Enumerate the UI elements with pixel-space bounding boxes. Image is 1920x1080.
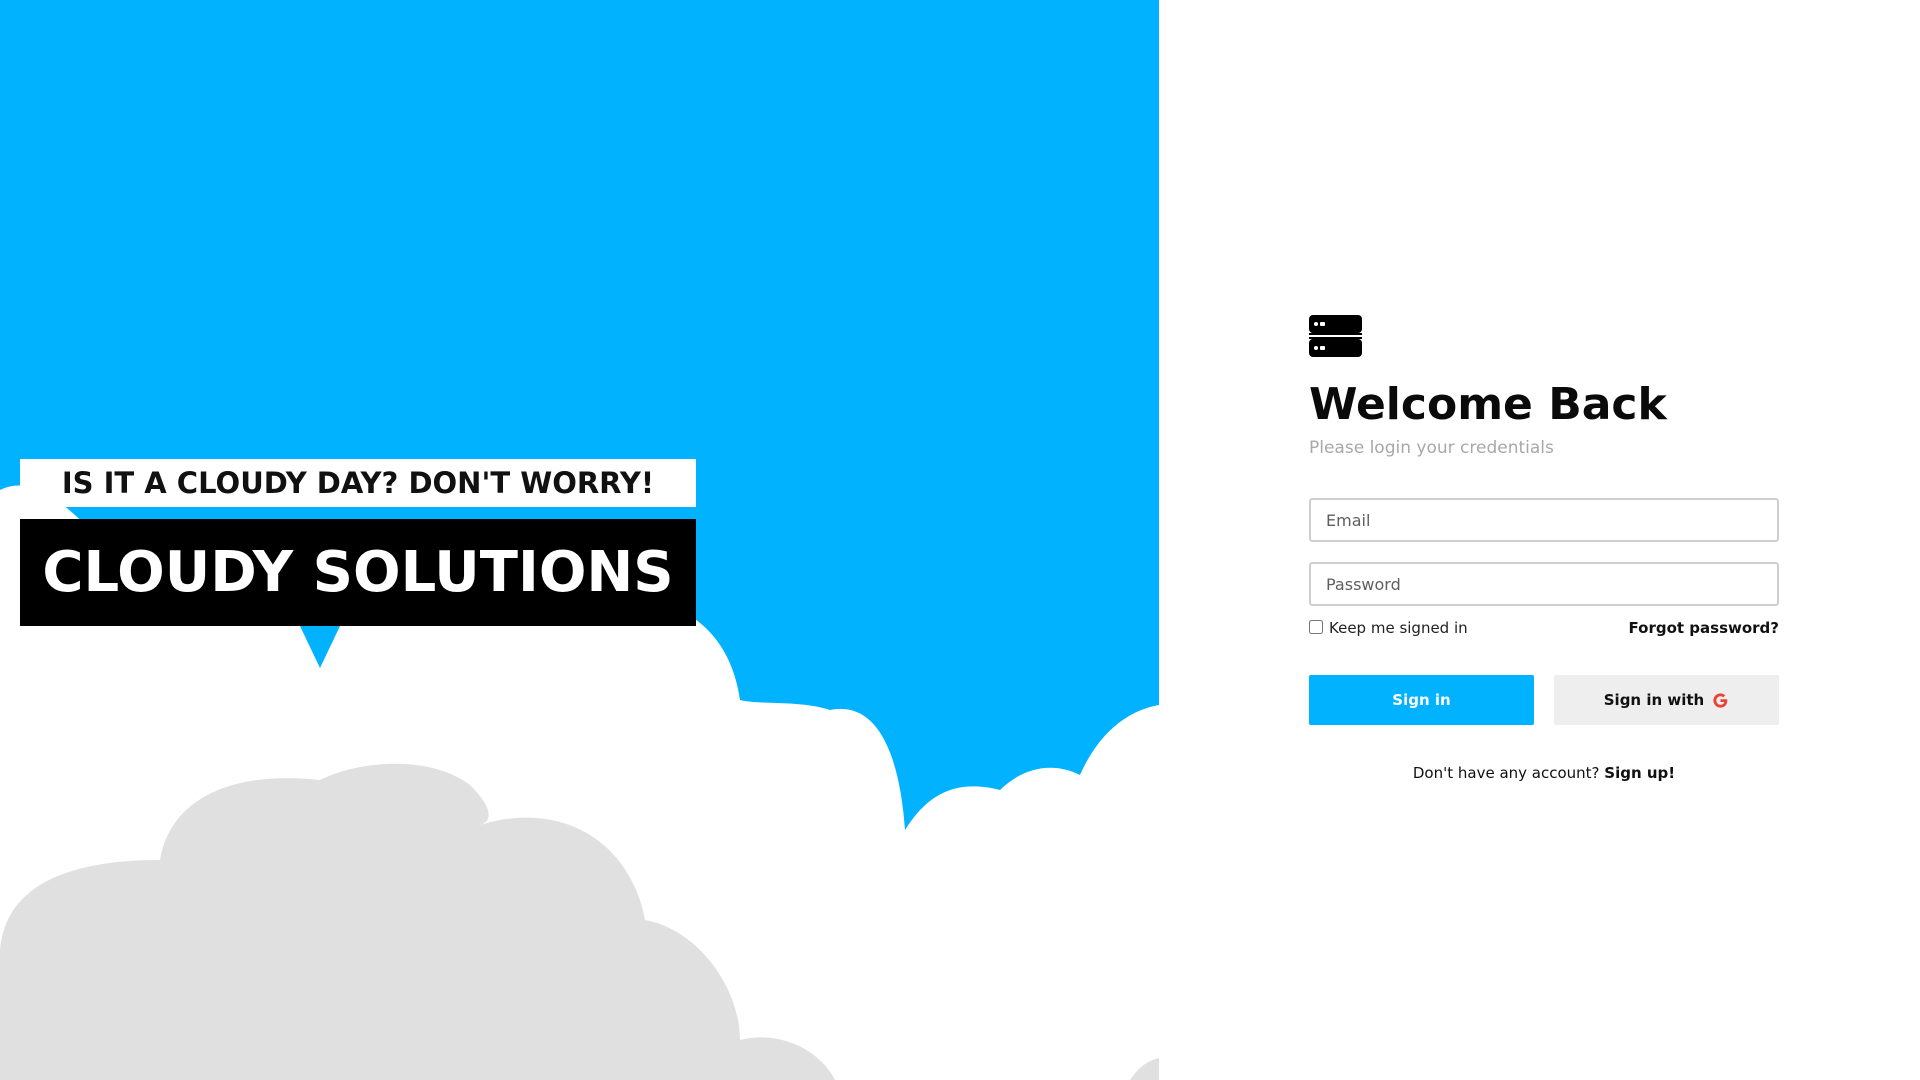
keep-signed-in-label[interactable]: Keep me signed in — [1329, 619, 1468, 637]
banner-accent-stripe — [112, 507, 696, 519]
forgot-password-link[interactable]: Forgot password? — [1629, 619, 1780, 637]
login-subtitle: Please login your credentials — [1309, 438, 1554, 458]
sign-in-label: Sign in — [1392, 691, 1451, 709]
email-field[interactable] — [1309, 498, 1779, 542]
speech-bubble-tail — [300, 626, 340, 668]
sign-in-button[interactable]: Sign in — [1309, 675, 1534, 725]
page: IS IT A CLOUDY DAY? DON'T WORRY! CLOUDY … — [0, 0, 1920, 1080]
tagline-text: IS IT A CLOUDY DAY? DON'T WORRY! — [61, 466, 655, 500]
google-sign-in-label: Sign in with — [1603, 691, 1705, 709]
signup-prompt: Don't have any account? — [1412, 764, 1605, 782]
server-icon — [1309, 315, 1362, 357]
brand-banner: CLOUDY SOLUTIONS — [20, 519, 696, 626]
brand-name: CLOUDY SOLUTIONS — [42, 540, 674, 605]
hero-panel: IS IT A CLOUDY DAY? DON'T WORRY! CLOUDY … — [0, 0, 1159, 1080]
tagline-banner: IS IT A CLOUDY DAY? DON'T WORRY! — [20, 459, 696, 507]
password-field[interactable] — [1309, 562, 1779, 606]
google-g-icon — [1713, 692, 1728, 708]
page-title: Welcome Back — [1309, 379, 1667, 430]
remember-row: Keep me signed in Forgot password? — [1309, 619, 1779, 639]
signup-row: Don't have any account? Sign up! — [1309, 764, 1779, 782]
google-sign-in-button[interactable]: Sign in with — [1554, 675, 1779, 725]
keep-signed-in-checkbox[interactable] — [1309, 620, 1323, 634]
sign-up-link[interactable]: Sign up! — [1604, 764, 1675, 782]
